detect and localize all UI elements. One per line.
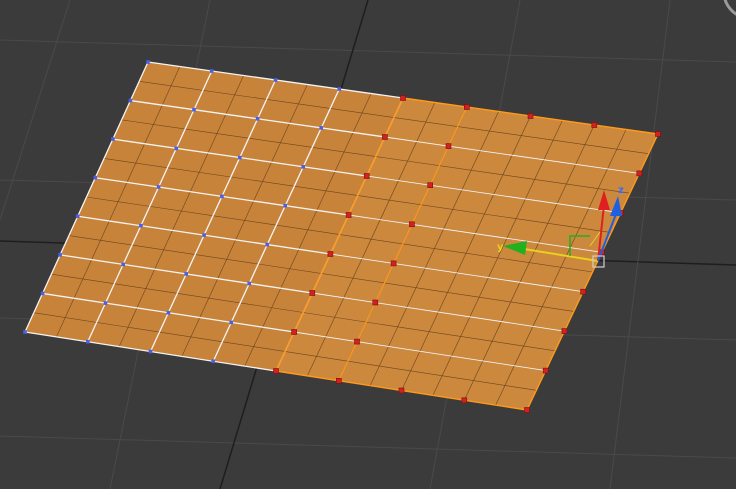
selected-vertex[interactable] [561, 328, 568, 334]
vertex[interactable] [265, 242, 269, 247]
selected-vertex[interactable] [445, 143, 452, 149]
selected-vertex[interactable] [463, 104, 470, 110]
selected-vertex[interactable] [580, 288, 586, 295]
vertex[interactable] [220, 194, 224, 199]
vertex[interactable] [229, 320, 233, 325]
selected-vertex[interactable] [390, 260, 397, 267]
grid-line [0, 0, 71, 221]
selected-vertex[interactable] [527, 113, 534, 119]
selected-vertex[interactable] [409, 221, 415, 228]
vertex[interactable] [128, 98, 133, 103]
vertex[interactable] [238, 155, 242, 160]
vertex[interactable] [93, 175, 98, 180]
vertex[interactable] [255, 117, 260, 121]
selected-vertex[interactable] [345, 212, 352, 218]
gizmo-z-label: z [618, 185, 624, 196]
vertex[interactable] [211, 359, 215, 363]
viewport-canvas[interactable]: y z [0, 0, 736, 489]
selected-vertex[interactable] [382, 134, 388, 140]
vertex[interactable] [111, 137, 115, 141]
vertex[interactable] [209, 69, 214, 73]
gizmo-y-label: y [497, 242, 504, 253]
selected-vertex[interactable] [327, 251, 334, 257]
selected-vertex[interactable] [335, 377, 342, 384]
vertex[interactable] [184, 272, 188, 276]
vertex[interactable] [58, 253, 62, 257]
vertex[interactable] [283, 203, 287, 208]
plane-object[interactable] [23, 60, 661, 413]
vertex[interactable] [156, 185, 161, 189]
vertex[interactable] [146, 60, 150, 64]
vertex[interactable] [273, 78, 278, 82]
vertex[interactable] [319, 126, 323, 130]
selected-vertex[interactable] [591, 122, 598, 128]
selected-vertex[interactable] [427, 182, 434, 188]
perspective-viewport[interactable]: y z [0, 0, 736, 489]
selected-vertex[interactable] [372, 299, 379, 306]
vertex[interactable] [247, 281, 251, 286]
vertex[interactable] [23, 330, 27, 334]
vertex[interactable] [40, 291, 45, 296]
selected-vertex[interactable] [524, 407, 530, 413]
vertex[interactable] [139, 223, 143, 228]
selected-vertex[interactable] [354, 338, 360, 345]
vertex[interactable] [166, 310, 171, 315]
selected-vertex[interactable] [400, 95, 406, 101]
vertex[interactable] [337, 87, 341, 91]
vertex[interactable] [192, 107, 196, 112]
selected-vertex[interactable] [363, 173, 370, 179]
vertex[interactable] [174, 146, 179, 151]
selected-vertex[interactable] [461, 397, 468, 404]
grid-line [609, 0, 671, 489]
selected-vertex[interactable] [655, 131, 661, 137]
selected-vertex[interactable] [273, 368, 279, 374]
vertex[interactable] [148, 349, 153, 354]
selected-vertex[interactable] [398, 387, 405, 394]
selected-vertex[interactable] [309, 290, 316, 296]
selected-vertex[interactable] [542, 367, 549, 374]
selected-vertex[interactable] [291, 329, 297, 335]
vertex[interactable] [103, 301, 108, 305]
viewcube-edge[interactable] [723, 0, 736, 18]
grid-line [0, 435, 736, 459]
vertex[interactable] [121, 262, 125, 267]
vertex[interactable] [202, 233, 206, 237]
grid-line [0, 39, 736, 63]
selected-vertex[interactable] [636, 170, 643, 177]
vertex[interactable] [301, 165, 305, 169]
vertex[interactable] [86, 339, 90, 344]
vertex[interactable] [75, 214, 80, 219]
